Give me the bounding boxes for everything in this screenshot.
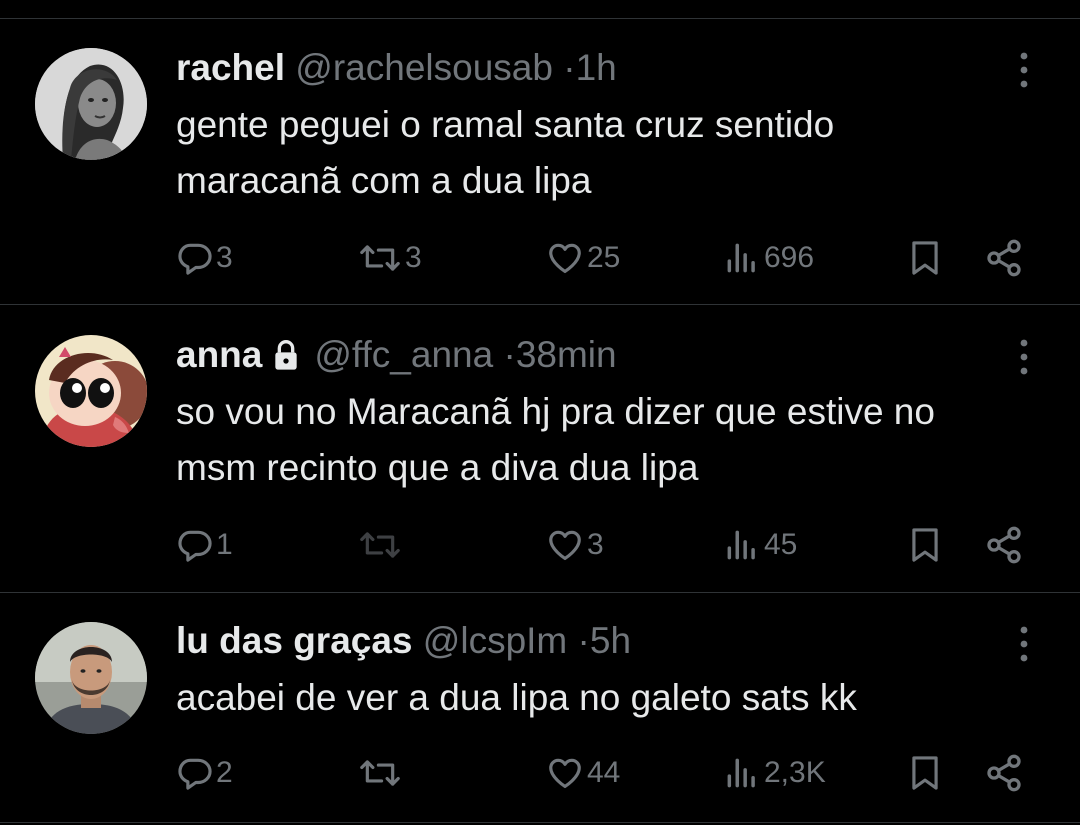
retweet-count: 3 — [405, 241, 422, 274]
bookmark-icon — [912, 528, 938, 562]
separator-dot: · — [503, 334, 516, 375]
user-handle[interactable]: @ffc_anna — [314, 334, 493, 375]
share-button[interactable] — [984, 236, 1024, 280]
views-icon — [727, 758, 755, 788]
views-count: 45 — [764, 528, 798, 561]
like-button[interactable]: 3 — [545, 523, 604, 567]
tweet-actions: 2 44 2,3K — [0, 751, 1080, 795]
timestamp[interactable]: 1h — [576, 47, 617, 88]
bookmark-button[interactable] — [906, 236, 944, 280]
tweet-actions: 3 3 25 696 — [0, 236, 1080, 280]
like-icon — [549, 530, 581, 561]
lock-icon — [272, 337, 300, 381]
reply-count: 1 — [216, 528, 233, 561]
like-count: 25 — [587, 241, 621, 274]
avatar[interactable] — [35, 48, 147, 160]
more-icon[interactable] — [1012, 622, 1036, 666]
reply-icon — [178, 530, 212, 562]
tweet-text: so vou no Maracanã hj pra dizer que esti… — [176, 384, 1056, 496]
reply-button[interactable]: 2 — [176, 751, 233, 795]
user-handle[interactable]: @lcspIm — [423, 620, 567, 661]
more-icon[interactable] — [1012, 335, 1036, 379]
views-button[interactable]: 2,3K — [722, 751, 826, 795]
timestamp[interactable]: 5h — [590, 620, 631, 661]
reply-count: 2 — [216, 756, 233, 789]
tweet-text: gente peguei o ramal santa cruz sentido … — [176, 97, 1056, 209]
user-handle[interactable]: @rachelsousab — [295, 47, 553, 88]
tweet-text-line: so vou no Maracanã hj pra dizer que esti… — [176, 391, 935, 432]
like-count: 44 — [587, 756, 621, 789]
retweet-icon — [360, 245, 400, 271]
display-name[interactable]: anna — [176, 334, 262, 375]
cartoon-character-avatar — [35, 335, 147, 447]
timestamp[interactable]: 38min — [516, 334, 617, 375]
like-icon — [549, 243, 581, 274]
divider — [0, 822, 1080, 823]
tweet[interactable]: lu das graças @lcspIm ·5h acabei de ver … — [0, 593, 1080, 822]
grayscale-portrait-avatar — [35, 48, 147, 160]
more-icon[interactable] — [1012, 48, 1036, 92]
tweet-header: anna @ffc_anna ·38min — [176, 333, 617, 381]
reply-button[interactable]: 3 — [176, 236, 233, 280]
like-button[interactable]: 44 — [545, 751, 620, 795]
share-icon — [987, 754, 1021, 792]
tweet-text-line: gente peguei o ramal santa cruz sentido — [176, 104, 835, 145]
avatar[interactable] — [35, 335, 147, 447]
retweet-icon — [360, 532, 400, 558]
tweet-text-line: maracanã com a dua lipa — [176, 160, 592, 201]
reply-icon — [178, 243, 212, 275]
tweet-actions: 1 3 45 — [0, 523, 1080, 567]
bookmark-icon — [912, 241, 938, 275]
share-icon — [987, 239, 1021, 277]
views-button[interactable]: 696 — [722, 236, 814, 280]
share-icon — [987, 526, 1021, 564]
avatar[interactable] — [35, 622, 147, 734]
views-icon — [727, 243, 755, 273]
bookmark-button[interactable] — [906, 751, 944, 795]
views-count: 696 — [764, 241, 815, 274]
reply-button[interactable]: 1 — [176, 523, 233, 567]
views-count: 2,3K — [764, 756, 826, 789]
separator-dot: · — [563, 47, 576, 88]
tweet[interactable]: anna @ffc_anna ·38min so vou no Maracanã … — [0, 305, 1080, 592]
tweet-text: acabei de ver a dua lipa no galeto sats … — [176, 670, 1056, 726]
display-name[interactable]: lu das graças — [176, 620, 413, 661]
tweet-header: lu das graças @lcspIm ·5h — [176, 619, 631, 663]
display-name[interactable]: rachel — [176, 47, 285, 88]
tweet[interactable]: rachel @rachelsousab ·1h gente peguei o … — [0, 0, 1080, 304]
tweet-text-line: acabei de ver a dua lipa no galeto sats … — [176, 677, 857, 718]
retweet-button[interactable] — [357, 523, 405, 567]
views-icon — [727, 530, 755, 560]
views-button[interactable]: 45 — [722, 523, 797, 567]
reply-icon — [178, 758, 212, 790]
retweet-icon — [360, 760, 400, 786]
like-button[interactable]: 25 — [545, 236, 620, 280]
tweet-header: rachel @rachelsousab ·1h — [176, 46, 617, 90]
separator-dot: · — [577, 620, 590, 661]
like-count: 3 — [587, 528, 604, 561]
bookmark-icon — [912, 756, 938, 790]
share-button[interactable] — [984, 523, 1024, 567]
retweet-button[interactable] — [357, 751, 405, 795]
bookmark-button[interactable] — [906, 523, 944, 567]
like-icon — [549, 758, 581, 789]
reply-count: 3 — [216, 241, 233, 274]
retweet-button[interactable]: 3 — [357, 236, 422, 280]
share-button[interactable] — [984, 751, 1024, 795]
tweet-text-line: msm recinto que a diva dua lipa — [176, 447, 699, 488]
man-portrait-avatar — [35, 622, 147, 734]
